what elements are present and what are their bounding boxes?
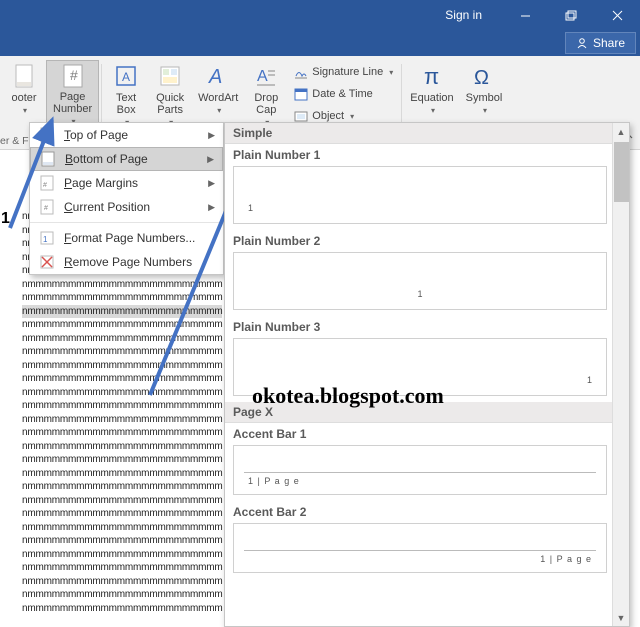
share-button[interactable]: Share (565, 32, 636, 54)
page-number-gallery: Simple Plain Number 1 1 Plain Number 2 1… (224, 122, 630, 627)
chevron-down-icon (215, 104, 221, 116)
quick-parts-label: Quick Parts (156, 92, 184, 116)
scroll-thumb[interactable] (614, 142, 629, 202)
gallery-item-plain-1[interactable]: 1 (233, 166, 607, 224)
signature-label: Signature Line (312, 66, 383, 78)
equation-button[interactable]: π Equation (404, 60, 459, 128)
text-box-icon: A (115, 62, 137, 90)
window-minimize-button[interactable] (502, 0, 548, 30)
svg-text:A: A (122, 70, 130, 84)
signature-line-button[interactable]: Signature Line (294, 62, 393, 82)
quick-parts-button[interactable]: Quick Parts (148, 60, 192, 128)
scroll-up-button[interactable]: ▲ (613, 123, 629, 140)
chevron-down-icon (481, 104, 487, 116)
gallery-item-accent-2-title: Accent Bar 2 (225, 501, 629, 521)
gallery-scrollbar[interactable]: ▲ ▼ (612, 123, 629, 626)
sign-in-link[interactable]: Sign in (445, 8, 482, 22)
chevron-down-icon (429, 104, 435, 116)
annotation-arrow-1 (4, 108, 74, 248)
remove-page-numbers-icon (36, 254, 58, 270)
gallery-item-plain-2[interactable]: 1 (233, 252, 607, 310)
preview-number: 1 (417, 289, 422, 299)
text-box-label: Text Box (116, 92, 136, 116)
share-icon (576, 37, 588, 49)
svg-text:A: A (208, 66, 222, 87)
svg-text:A: A (257, 68, 268, 85)
symbol-button[interactable]: Ω Symbol (460, 60, 509, 128)
scroll-down-button[interactable]: ▼ (613, 609, 629, 626)
object-label: Object (312, 110, 344, 122)
drop-cap-label: Drop Cap (254, 92, 278, 116)
equation-icon: π (420, 62, 444, 90)
wordart-icon: A (207, 62, 229, 90)
text-box-button[interactable]: A Text Box (104, 60, 148, 128)
share-label: Share (593, 36, 625, 50)
gallery-item-plain-1-title: Plain Number 1 (225, 144, 629, 164)
preview-bar (244, 472, 596, 473)
gallery-item-plain-2-title: Plain Number 2 (225, 230, 629, 250)
gallery-item-plain-3-title: Plain Number 3 (225, 316, 629, 336)
gallery-item-accent-2[interactable]: 1 | P a g e (233, 523, 607, 573)
date-time-button[interactable]: Date & Time (294, 84, 393, 104)
drop-cap-icon: A (255, 62, 277, 90)
preview-number: 1 | P a g e (540, 554, 592, 564)
object-icon (294, 109, 308, 123)
window-close-button[interactable] (594, 0, 640, 30)
svg-text:Ω: Ω (474, 67, 489, 88)
preview-number: 1 (587, 375, 592, 385)
title-bar: Sign in (0, 0, 640, 30)
preview-number: 1 | P a g e (248, 476, 300, 486)
wordart-button[interactable]: A WordArt (192, 60, 244, 128)
page-number-icon: # (62, 63, 84, 89)
watermark-text: okotea.blogspot.com (252, 383, 444, 409)
signature-icon (294, 65, 308, 79)
chevron-down-icon (348, 110, 354, 122)
equation-label: Equation (410, 92, 453, 104)
symbol-icon: Ω (472, 62, 496, 90)
footer-label: ooter (11, 92, 36, 104)
drop-cap-button[interactable]: A Drop Cap (244, 60, 288, 128)
date-time-icon (294, 87, 308, 101)
preview-number: 1 (248, 203, 253, 213)
gallery-item-accent-1[interactable]: 1 | P a g e (233, 445, 607, 495)
window-restore-button[interactable] (548, 0, 594, 30)
chevron-down-icon (387, 66, 393, 78)
date-time-label: Date & Time (312, 88, 373, 100)
quick-parts-icon (159, 62, 181, 90)
symbol-label: Symbol (466, 92, 503, 104)
preview-bar (244, 550, 596, 551)
chevron-right-icon: ▶ (208, 130, 215, 141)
svg-text:π: π (424, 64, 439, 88)
share-bar: Share (0, 30, 640, 56)
wordart-label: WordArt (198, 92, 238, 104)
gallery-item-accent-1-title: Accent Bar 1 (225, 423, 629, 443)
svg-text:#: # (70, 67, 78, 83)
footer-icon (14, 62, 34, 90)
gallery-category-simple: Simple (225, 123, 629, 144)
menu-label: Page Margins (64, 176, 138, 190)
